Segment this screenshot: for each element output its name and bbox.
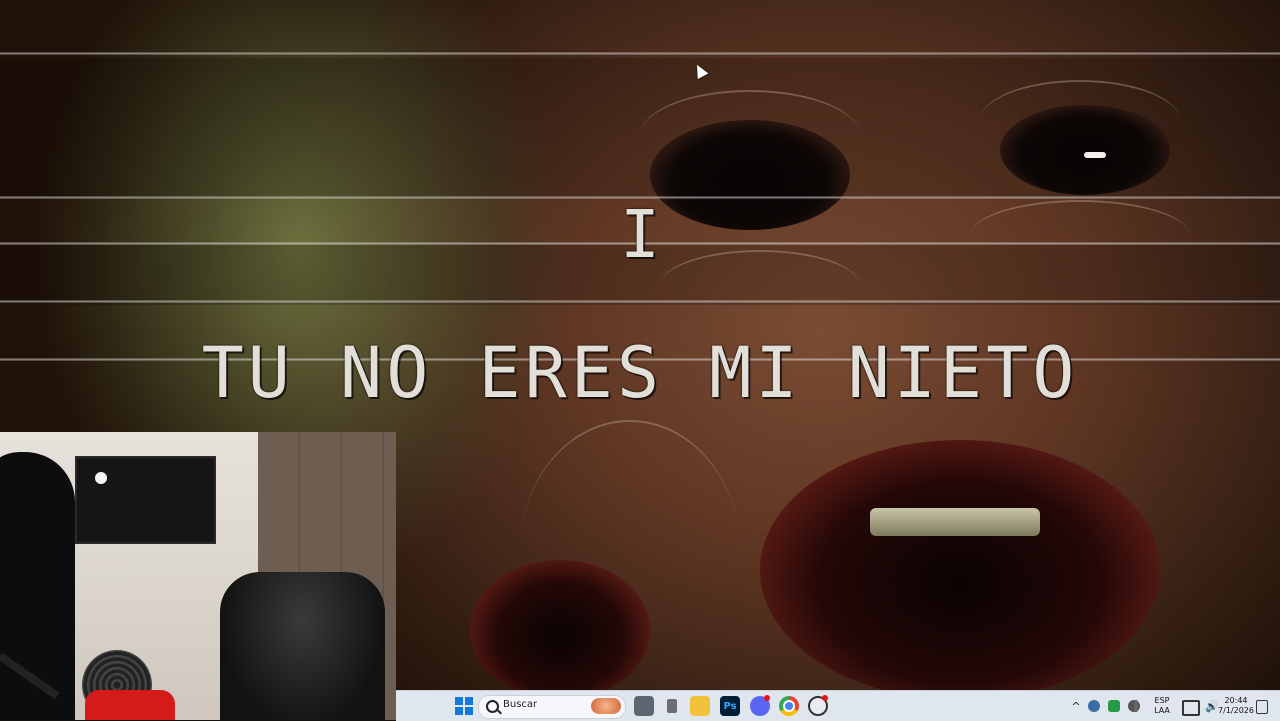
eye-glint (1084, 152, 1106, 158)
clock-time: 20:44 (1224, 696, 1248, 705)
windows-taskbar: Buscar Ps ^ ESP LAA 🔊 20:44 7/1/2026 (396, 690, 1280, 721)
clock-date: 7/1/2026 (1218, 706, 1254, 715)
open-mouth (760, 440, 1160, 690)
discord-notification-badge (764, 695, 770, 701)
prompt-letter: I (620, 196, 660, 273)
display-icon[interactable] (1182, 700, 1200, 716)
tv-glare (95, 472, 107, 484)
search-icon (486, 700, 499, 713)
keyboard-layout: LAA (1154, 706, 1170, 715)
security-shield-icon[interactable] (1108, 700, 1120, 712)
task-view-icon[interactable] (634, 696, 654, 716)
notification-bell-icon[interactable] (1256, 700, 1268, 714)
red-gaming-light (85, 690, 175, 720)
wall-tv (75, 456, 216, 544)
clock[interactable]: 20:44 7/1/2026 (1216, 696, 1256, 716)
search-placeholder: Buscar (503, 699, 538, 710)
taskbar-search-box[interactable]: Buscar (478, 695, 626, 719)
right-eye (1000, 105, 1170, 195)
office-chair (220, 572, 385, 720)
windows-start-icon[interactable] (454, 696, 474, 716)
language-indicator[interactable]: ESP LAA (1152, 696, 1172, 716)
webcam-overlay (0, 432, 396, 720)
microphone-icon[interactable] (1134, 700, 1138, 712)
photoshop-icon[interactable]: Ps (720, 696, 740, 716)
search-highlight-icon (591, 698, 621, 714)
record-notification-badge (822, 695, 828, 701)
language-code: ESP (1154, 696, 1170, 705)
folder-icon[interactable] (690, 696, 710, 716)
dialogue-subtitle: TU NO ERES MI NIETO (201, 332, 1079, 414)
scanline (0, 300, 1280, 303)
chrome-icon[interactable] (779, 696, 799, 716)
teeth (870, 508, 1040, 536)
printer-icon[interactable] (662, 696, 682, 716)
chin-shadow (470, 560, 650, 690)
onedrive-icon[interactable] (1088, 700, 1100, 712)
scanline (0, 52, 1280, 55)
chevron-up-icon[interactable]: ^ (1066, 696, 1086, 716)
